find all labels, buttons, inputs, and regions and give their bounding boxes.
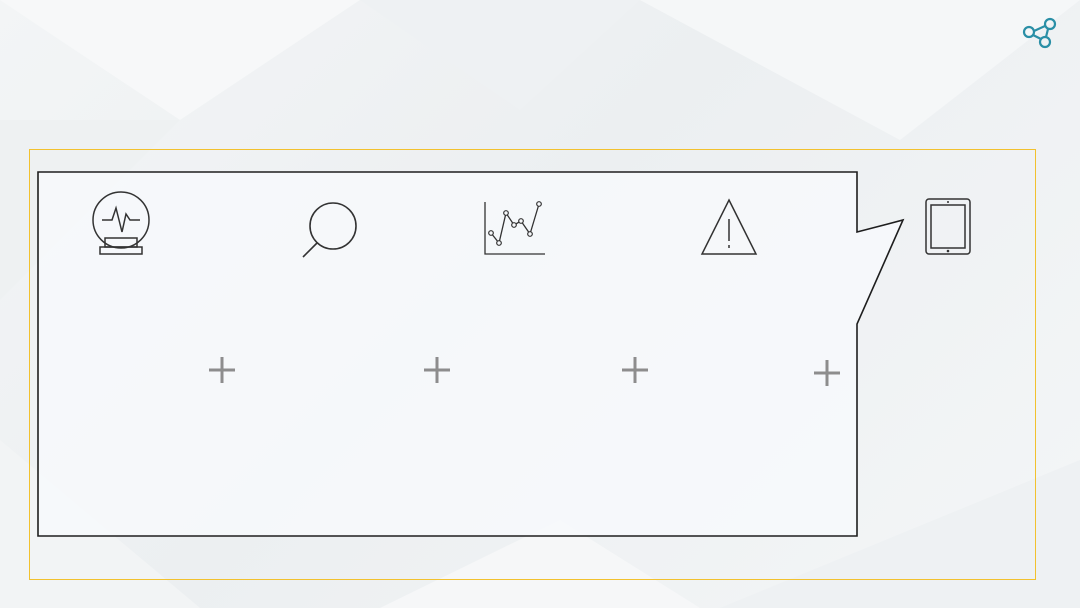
callout-box: [37, 171, 905, 537]
warning-icon: [700, 198, 758, 255]
magnifier-icon: [302, 202, 357, 258]
plus-sign: [209, 357, 235, 383]
tablet-icon: [925, 198, 971, 255]
line-chart-icon: [484, 201, 545, 255]
crystal-ball-icon: [92, 191, 150, 255]
plus-sign: [622, 357, 648, 383]
plus-sign: [424, 357, 450, 383]
plus-sign: [814, 360, 840, 386]
